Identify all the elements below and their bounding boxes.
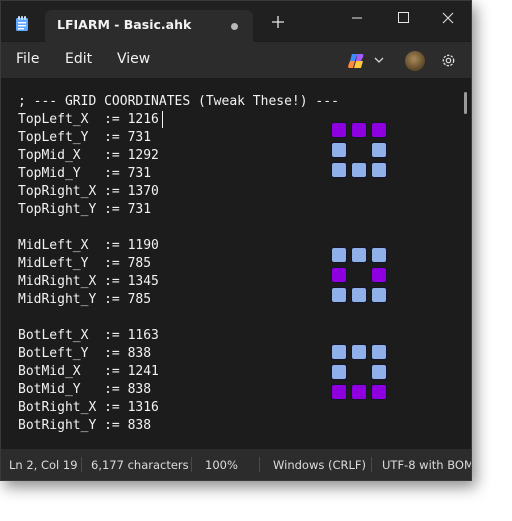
grid-cell-blue [371,247,387,263]
avatar[interactable] [405,51,425,71]
grid-icon-top-row [331,122,389,180]
grid-cell-purple [371,122,387,138]
grid-cell-blue [331,287,347,303]
menu-bar: File Edit View [1,42,471,78]
code-line: MidLeft_X := 1190 [18,238,159,253]
grid-cell-blue [331,247,347,263]
code-line: TopRight_X := 1370 [18,184,159,199]
code-line: ; --- GRID COORDINATES (Tweak These!) --… [18,94,339,109]
status-encoding[interactable]: UTF-8 with BOM [382,458,471,472]
grid-cell-blue [371,142,387,158]
status-divider [259,457,260,472]
plus-icon[interactable] [271,15,285,29]
code-line: TopLeft_Y := 731 [18,130,152,145]
status-divider [191,457,192,472]
code-line: TopMid_X := 1292 [18,148,159,163]
notepad-icon [16,16,28,31]
unsaved-dot-icon[interactable] [231,23,238,30]
tab-basic-ahk[interactable]: LFIARM - Basic.ahk [45,10,253,42]
grid-cell-purple [371,384,387,400]
copilot-icon[interactable] [348,53,366,69]
code-line: BotMid_Y := 838 [18,382,152,397]
grid-icon-bottom-row [331,344,389,402]
status-zoom[interactable]: 100% [205,458,238,472]
tab-title: LFIARM - Basic.ahk [57,17,192,32]
chevron-down-icon[interactable] [374,56,384,64]
grid-cell-blue [371,344,387,360]
grid-icon-mid-row [331,247,389,305]
gear-icon[interactable] [440,52,457,69]
grid-cell-blue [331,344,347,360]
grid-cell-blue [331,364,347,380]
notepad-window: LFIARM - Basic.ahk File Edit View ; --- … [0,0,472,481]
menu-view[interactable]: View [117,51,150,67]
grid-cell-blue [351,247,367,263]
grid-cell-blue [371,364,387,380]
code-line: MidLeft_Y := 785 [18,256,152,271]
code-line: BotLeft_X := 1163 [18,328,159,343]
grid-cell-purple [351,122,367,138]
grid-cell-blue [331,142,347,158]
code-line: MidRight_Y := 785 [18,292,152,307]
status-characters: 6,177 characters [91,458,189,472]
menu-edit[interactable]: Edit [65,51,92,67]
status-divider [81,457,82,472]
vertical-scrollbar[interactable] [464,92,467,114]
maximize-icon[interactable] [389,7,417,29]
code-line: MidRight_X := 1345 [18,274,159,289]
grid-cell-purple [331,384,347,400]
code-line: TopRight_Y := 731 [18,202,152,217]
text-caret [162,111,163,128]
status-bar: Ln 2, Col 19 6,177 characters 100% Windo… [1,449,471,480]
grid-cell-blue [371,162,387,178]
close-icon[interactable] [434,7,462,29]
grid-cell-blue [331,162,347,178]
code-line: BotRight_Y := 838 [18,418,152,433]
grid-cell-blue [351,287,367,303]
grid-cell-purple [351,384,367,400]
code-line: TopLeft_X := 1216 [18,112,159,127]
text-editor[interactable]: ; --- GRID COORDINATES (Tweak These!) --… [1,78,471,448]
code-line: BotLeft_Y := 838 [18,346,152,361]
grid-cell-blue [351,344,367,360]
minimize-icon[interactable] [343,7,371,29]
status-position: Ln 2, Col 19 [9,458,78,472]
grid-cell-purple [331,122,347,138]
grid-cell-purple [331,267,347,283]
status-line-ending[interactable]: Windows (CRLF) [273,458,366,472]
grid-cell-blue [351,162,367,178]
grid-cell-blue [371,287,387,303]
code-line: BotMid_X := 1241 [18,364,159,379]
menu-file[interactable]: File [16,51,39,67]
title-bar[interactable]: LFIARM - Basic.ahk [1,1,471,42]
code-line: TopMid_Y := 731 [18,166,152,181]
status-divider [371,457,372,472]
code-line: BotRight_X := 1316 [18,400,159,415]
grid-cell-purple [371,267,387,283]
